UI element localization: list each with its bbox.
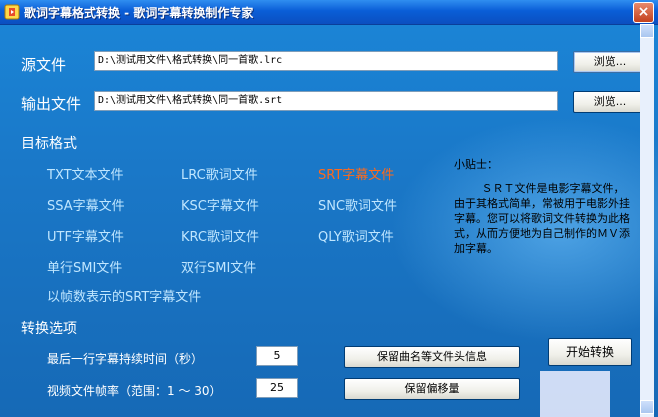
title-bar[interactable]: 歌词字幕格式转换 - 歌词字幕转换制作专家 × <box>0 0 658 25</box>
tips-title: 小贴士： <box>454 158 498 171</box>
format-option-txt[interactable]: TXT文本文件 <box>47 164 124 183</box>
format-option-utf[interactable]: UTF字幕文件 <box>47 226 124 245</box>
decorative-overlay <box>540 371 610 417</box>
format-option-srt-frames[interactable]: 以帧数表示的SRT字幕文件 <box>47 286 201 305</box>
source-file-input[interactable]: D:\测试用文件\格式转换\同一首歌.lrc <box>94 51 558 71</box>
frame-rate-label: 视频文件帧率（范围：1 ～ 30） <box>47 384 222 398</box>
main-window: 歌词字幕格式转换 - 歌词字幕转换制作专家 × 源文件 D:\测试用文件\格式转… <box>0 0 658 417</box>
last-line-duration-input[interactable]: 5 <box>256 346 298 366</box>
format-option-smi-double[interactable]: 双行SMI文件 <box>181 257 256 276</box>
source-browse-button[interactable]: 浏览... <box>573 51 647 73</box>
app-icon <box>4 4 20 20</box>
scrollbar-track[interactable] <box>640 24 654 417</box>
format-option-qly[interactable]: QLY歌词文件 <box>318 226 394 245</box>
format-option-srt[interactable]: SRT字幕文件 <box>318 164 394 183</box>
keep-header-toggle[interactable]: 保留曲名等文件头信息 <box>344 346 520 368</box>
format-option-snc[interactable]: SNC歌词文件 <box>318 195 397 214</box>
format-option-smi-single[interactable]: 单行SMI文件 <box>47 257 122 276</box>
start-convert-button[interactable]: 开始转换 <box>548 338 632 366</box>
scroll-up-arrow-icon[interactable] <box>640 24 654 38</box>
format-option-ksc[interactable]: KSC字幕文件 <box>181 195 259 214</box>
format-option-lrc[interactable]: LRC歌词文件 <box>181 164 258 183</box>
close-button[interactable]: × <box>633 2 654 23</box>
tips-body: ＳＲＴ文件是电影字幕文件，由于其格式简单，常被用于电影外挂字幕。您可以将歌词文件… <box>454 182 630 255</box>
source-file-label: 源文件 <box>21 56 67 74</box>
convert-options-heading: 转换选项 <box>21 321 77 337</box>
format-option-krc[interactable]: KRC歌词文件 <box>181 226 259 245</box>
target-format-heading: 目标格式 <box>21 136 77 152</box>
frame-rate-input[interactable]: 25 <box>256 378 298 398</box>
last-line-duration-label: 最后一行字幕持续时间（秒） <box>47 352 204 366</box>
window-title: 歌词字幕格式转换 - 歌词字幕转换制作专家 <box>24 6 254 20</box>
format-option-ssa[interactable]: SSA字幕文件 <box>47 195 125 214</box>
keep-offset-toggle[interactable]: 保留偏移量 <box>344 378 520 400</box>
output-browse-button[interactable]: 浏览... <box>573 91 647 113</box>
output-file-input[interactable]: D:\测试用文件\格式转换\同一首歌.srt <box>94 91 558 111</box>
scroll-down-arrow-icon[interactable] <box>640 400 654 414</box>
output-file-label: 输出文件 <box>21 95 82 113</box>
